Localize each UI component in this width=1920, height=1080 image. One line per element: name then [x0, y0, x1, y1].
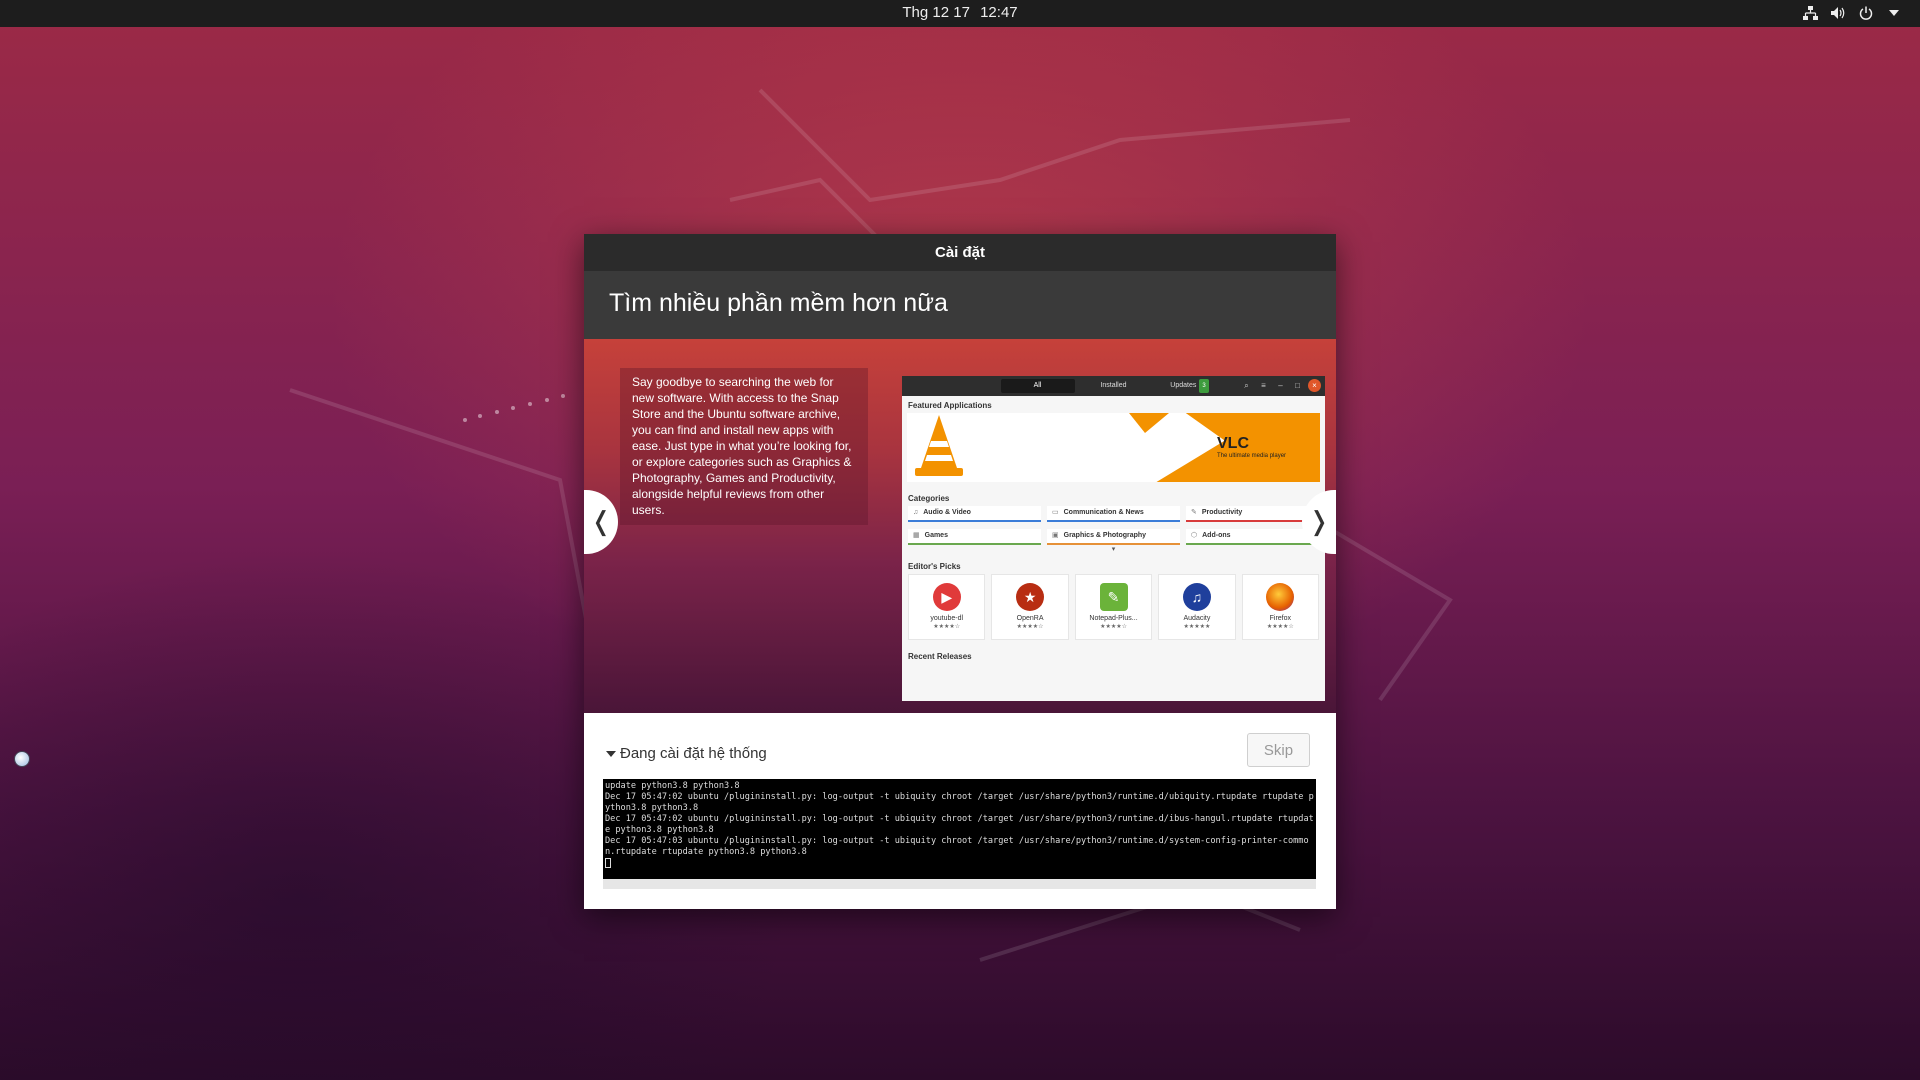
category-label: Communication & News — [1063, 509, 1144, 516]
ubuntu-software-screenshot: All Installed Updates 3 ⌕ ≡ – □ × Feature… — [902, 376, 1325, 701]
progress-label: Đang cài đặt hệ thống — [620, 745, 767, 762]
store-tab-updates-label: Updates — [1170, 382, 1197, 389]
vlc-cone-icon — [915, 415, 963, 476]
rating-stars: ★★★★☆ — [1266, 624, 1294, 630]
category-games: ▦ Games — [908, 529, 1041, 545]
terminal-cursor — [605, 858, 611, 868]
openra-icon: ★ — [1016, 583, 1045, 611]
store-tab-all: All — [1000, 379, 1075, 393]
rating-stars: ★★★★★ — [1183, 624, 1211, 630]
firefox-icon — [1266, 583, 1295, 611]
category-label: Audio & Video — [923, 509, 971, 516]
pick-youtube-dl: ▶ youtube-dl ★★★★☆ — [908, 574, 986, 640]
pick-name: Firefox — [1269, 615, 1292, 622]
categories-heading: Categories — [908, 494, 950, 503]
featured-app-tagline: The ultimate media player — [1217, 453, 1287, 459]
slide-title: Tìm nhiều phần mềm hơn nữa — [584, 271, 1336, 339]
gamepad-icon: ▦ — [913, 532, 920, 539]
close-icon: × — [1308, 379, 1321, 392]
system-tray[interactable] — [1802, 3, 1902, 23]
notepad-plus-icon: ✎ — [1099, 583, 1128, 611]
store-tab-updates: Updates 3 — [1153, 379, 1227, 393]
network-icon[interactable] — [1802, 3, 1818, 23]
rating-stars: ★★★★☆ — [1016, 624, 1044, 630]
store-window-controls: ⌕ ≡ – □ × — [1240, 379, 1321, 392]
pick-audacity: ♫ Audacity ★★★★★ — [1158, 574, 1236, 640]
rating-stars: ★★★★☆ — [1100, 624, 1127, 630]
chat-icon: ▭ — [1052, 509, 1059, 516]
window-title: Cài đặt — [584, 234, 1336, 271]
skip-button[interactable]: Skip — [1247, 733, 1310, 767]
editors-picks-heading: Editor's Picks — [908, 562, 961, 571]
pick-firefox: Firefox ★★★★☆ — [1241, 574, 1320, 640]
category-label: Add-ons — [1202, 532, 1231, 539]
pencil-icon: ✎ — [1191, 509, 1197, 516]
menu-icon: ≡ — [1261, 381, 1266, 390]
pick-openra: ★ OpenRA ★★★★☆ — [991, 574, 1069, 640]
log-line: update python3.8 python3.8 — [605, 781, 740, 791]
category-graphics-photography: ▣ Graphics & Photography — [1047, 529, 1180, 545]
banner-decoration — [1129, 413, 1169, 433]
store-headerbar: All Installed Updates 3 ⌕ ≡ – □ × — [902, 376, 1325, 396]
terminal-scrollbar[interactable] — [603, 879, 1316, 889]
install-details-expander[interactable]: Đang cài đặt hệ thống — [606, 745, 767, 762]
updates-badge: 3 — [1199, 379, 1209, 393]
audacity-headphones-icon: ♫ — [1182, 583, 1211, 611]
category-add-ons: ⬡ Add-ons — [1186, 529, 1319, 545]
slide-description: Say goodbye to searching the web for new… — [620, 368, 868, 525]
recent-releases-heading: Recent Releases — [908, 652, 972, 661]
minimize-icon: – — [1278, 381, 1283, 390]
install-log-terminal[interactable]: update python3.8 python3.8 Dec 17 05:47:0… — [603, 779, 1316, 879]
expander-arrow-icon — [606, 750, 616, 757]
pick-name: Audacity — [1183, 615, 1211, 622]
pick-name: youtube-dl — [930, 615, 964, 622]
chevron-left-icon: ❬ — [590, 507, 612, 537]
mouse-cursor-icon — [14, 751, 30, 767]
editors-picks-row: ▶ youtube-dl ★★★★☆ ★ OpenRA ★★★★☆ ✎ Note… — [902, 574, 1325, 640]
category-label: Graphics & Photography — [1063, 532, 1147, 539]
category-label: Games — [924, 532, 948, 539]
search-icon: ⌕ — [1244, 380, 1249, 390]
store-tabs: All Installed Updates 3 — [1000, 379, 1227, 393]
featured-app-name: VLC — [1217, 435, 1249, 452]
maximize-icon: □ — [1295, 381, 1300, 390]
category-audio-video: ♫ Audio & Video — [908, 506, 1041, 522]
pick-name: Notepad-Plus... — [1089, 615, 1138, 622]
clock-time: 12:47 — [980, 4, 1018, 21]
clock[interactable]: Thg 12 17 12:47 — [0, 4, 1920, 21]
slideshow: ❬ Say goodbye to searching the web for n… — [584, 339, 1336, 713]
featured-banner: VLC The ultimate media player — [907, 413, 1320, 482]
chevron-right-icon: ❭ — [1308, 507, 1330, 537]
image-icon: ▣ — [1052, 532, 1059, 539]
rating-stars: ★★★★☆ — [933, 624, 961, 630]
pick-name: OpenRA — [1016, 615, 1044, 622]
expand-categories-icon: ▾ — [1111, 546, 1116, 553]
volume-icon[interactable] — [1830, 3, 1846, 23]
music-icon: ♫ — [913, 509, 919, 516]
installer-window: Cài đặt Tìm nhiều phần mềm hơn nữa ❬ Say… — [584, 234, 1336, 909]
youtube-dl-icon: ▶ — [932, 583, 961, 611]
category-label: Productivity — [1201, 509, 1243, 516]
featured-heading: Featured Applications — [908, 401, 992, 410]
category-productivity: ✎ Productivity — [1186, 506, 1319, 522]
clock-date: Thg 12 17 — [902, 4, 970, 21]
power-icon[interactable] — [1858, 3, 1874, 23]
progress-area: Đang cài đặt hệ thống Skip update python… — [584, 713, 1336, 909]
pick-notepad-plus: ✎ Notepad-Plus... ★★★★☆ — [1074, 574, 1153, 640]
log-line: Dec 17 05:47:02 ubuntu /plugininstall.py… — [605, 792, 1314, 813]
log-line: Dec 17 05:47:03 ubuntu /plugininstall.py… — [605, 836, 1309, 857]
previous-slide-button[interactable]: ❬ — [584, 490, 618, 554]
log-line: Dec 17 05:47:02 ubuntu /plugininstall.py… — [605, 814, 1314, 835]
top-panel: Thg 12 17 12:47 — [0, 0, 1920, 27]
category-communication-news: ▭ Communication & News — [1047, 506, 1180, 522]
category-grid: ♫ Audio & Video ▭ Communication & News ✎ Pr… — [902, 506, 1325, 545]
dropdown-arrow-icon[interactable] — [1886, 3, 1902, 23]
puzzle-icon: ⬡ — [1191, 532, 1198, 539]
store-tab-installed: Installed — [1100, 382, 1127, 389]
